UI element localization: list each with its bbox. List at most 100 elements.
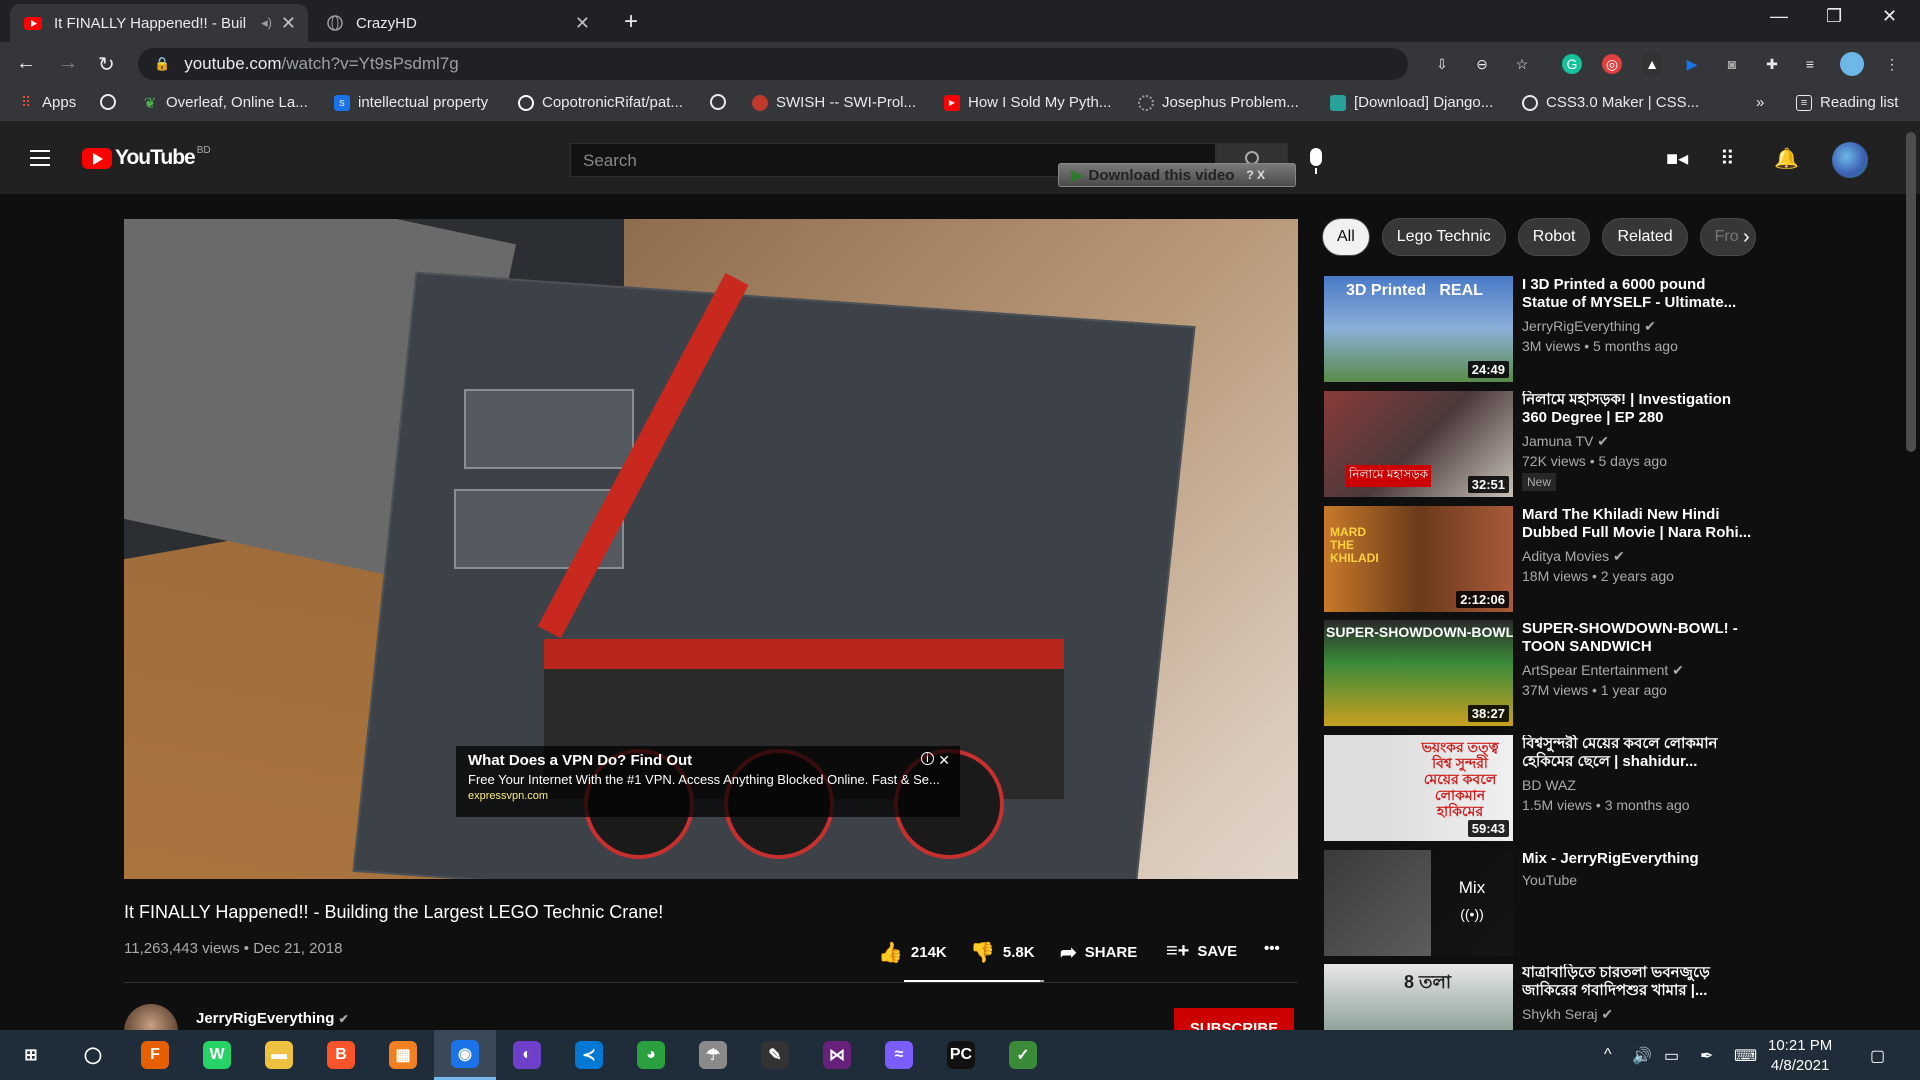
ad-close-icon[interactable]: ✕ [938,752,950,769]
forward-button[interactable]: → [58,52,78,75]
bookmark-swish[interactable]: SWISH -- SWI-Prol... [752,94,916,111]
zoom-icon[interactable]: ⊖ [1472,54,1492,74]
inkscape-taskbar-button[interactable]: ✎ [744,1030,806,1080]
recommendation-title[interactable]: বিশ্বসুন্দরী মেয়ের কবলে লোকমান হেকিমের … [1522,735,1754,771]
extension-icon[interactable]: ◎ [1602,54,1622,74]
dislike-button[interactable]: 👎 5.8K [970,940,1035,965]
tab-youtube[interactable]: It FINALLY Happened!! - Buil ◂) ✕ [10,4,308,42]
page-scrollbar[interactable] [1906,132,1916,452]
bookmark-github[interactable]: CopotronicRifat/pat... [518,94,683,111]
video-thumbnail[interactable]: Mix ((•)) [1324,850,1513,956]
minimize-button[interactable]: — [1770,6,1788,27]
video-thumbnail[interactable]: SUPER-SHOWDOWN-BOWL! 38:27 [1324,620,1513,726]
close-window-button[interactable]: ✕ [1882,6,1897,27]
notepad-taskbar-button[interactable]: ✓ [992,1030,1054,1080]
download-overlay-close[interactable]: ? X [1246,168,1265,182]
new-tab-button[interactable]: + [624,8,638,36]
chip-robot[interactable]: Robot [1517,218,1591,256]
windows-start-taskbar-button[interactable]: ⊞ [0,1030,62,1080]
recommendation-channel[interactable]: JerryRigEverything ✔ [1522,318,1656,335]
video-thumbnail[interactable]: ভয়ংকর তত্ত্ব বিশ্ব সুন্দরী মেয়ের কবলে … [1324,735,1513,841]
volume-icon[interactable]: 🔊 [1632,1046,1652,1066]
bookmark-apps[interactable]: ⠿ Apps [18,94,76,111]
vscode-taskbar-button[interactable]: ≺ [558,1030,620,1080]
hamburger-menu-icon[interactable] [30,150,50,166]
visual-studio-taskbar-button[interactable]: ⋈ [806,1030,868,1080]
create-video-icon[interactable]: ■◂ [1666,146,1688,171]
recommendation-item[interactable]: SUPER-SHOWDOWN-BOWL! 38:27 SUPER-SHOWDOW… [1324,620,1754,728]
app-taskbar-button-9[interactable]: ◕ [620,1030,682,1080]
bookmark-django[interactable]: [Download] Django... [1330,94,1493,111]
reload-button[interactable]: ↻ [98,52,115,77]
recommendation-title[interactable]: Mix - JerryRigEverything [1522,850,1754,868]
bookmark-star-icon[interactable]: ☆ [1512,54,1532,74]
recommendation-item[interactable]: 3D Printed REAL 24:49 I 3D Printed a 600… [1324,276,1754,384]
recommendation-channel[interactable]: Jamuna TV ✔ [1522,433,1609,450]
extension-play-icon[interactable]: ▶ [1682,54,1702,74]
bookmark-overleaf[interactable]: ❦ Overleaf, Online La... [142,94,308,112]
chrome-menu-icon[interactable]: ⋮ [1882,54,1902,74]
camera-icon[interactable]: ◙ [1722,54,1742,74]
download-video-overlay[interactable]: ▶ Download this video ? X [1058,163,1296,187]
account-avatar[interactable] [1832,142,1868,178]
restore-button[interactable]: ❐ [1826,6,1842,27]
recommendation-channel[interactable]: YouTube [1522,872,1577,888]
pen-icon[interactable]: ✒ [1700,1046,1713,1066]
channel-name[interactable]: JerryRigEverything ✔ [196,1010,349,1027]
video-thumbnail[interactable]: 8 তলা [1324,964,1513,1030]
lock-icon[interactable]: 🔒 [154,56,170,72]
close-tab-icon[interactable]: ✕ [575,13,590,34]
recommendation-title[interactable]: নিলামে মহাসড়ক! | Investigation 360 Degr… [1522,391,1754,427]
puzzle-extensions-icon[interactable]: ✚ [1762,54,1782,74]
recommendation-item[interactable]: ভয়ংকর তত্ত্ব বিশ্ব সুন্দরী মেয়ের কবলে … [1324,735,1754,843]
save-button[interactable]: ≡+ SAVE [1166,940,1237,963]
recommendation-channel[interactable]: BD WAZ [1522,777,1576,793]
bookmark-ip[interactable]: s intellectual property [334,94,488,111]
github-desktop-taskbar-button[interactable]: ◐ [496,1030,558,1080]
microphone-icon[interactable] [1310,148,1322,174]
recommendation-title[interactable]: SUPER-SHOWDOWN-BOWL! - TOON SANDWICH [1522,620,1754,656]
network-icon[interactable]: ▭ [1664,1046,1679,1066]
video-thumbnail[interactable]: MARD THE KHILADI 2:12:06 [1324,506,1513,612]
pycharm-taskbar-button[interactable]: PC [930,1030,992,1080]
more-actions-button[interactable]: ••• [1264,940,1280,957]
ad-url[interactable]: expressvpn.com [468,790,948,802]
recommendation-item[interactable]: Mix ((•)) Mix - JerryRigEverything YouTub… [1324,850,1754,958]
bookmark-youtube[interactable]: ▶ How I Sold My Pyth... [944,94,1111,111]
video-thumbnail[interactable]: নিলামে মহাসড়ক 32:51 [1324,391,1513,497]
chrome-taskbar-button[interactable]: ◉ [434,1030,496,1080]
recommendation-channel[interactable]: Aditya Movies ✔ [1522,548,1625,565]
apps-grid-icon[interactable]: ⠿ [1720,146,1735,171]
recommendation-channel[interactable]: Shykh Seraj ✔ [1522,1006,1613,1023]
bookmark-globe[interactable] [100,94,124,110]
speaker-icon[interactable]: ◂) [261,15,272,31]
youtube-logo[interactable]: YouTube BD [82,145,211,170]
recommendation-title[interactable]: যাত্রাবাড়িতে চারতলা ভবনজুড়ে জাকিরের গব… [1522,964,1754,1000]
brave-taskbar-button[interactable]: B [310,1030,372,1080]
messenger-taskbar-button[interactable]: ≈ [868,1030,930,1080]
file-explorer-taskbar-button[interactable]: ▬ [248,1030,310,1080]
search-taskbar-button[interactable]: ◯ [62,1030,124,1080]
chip-related[interactable]: Related [1602,218,1688,256]
clip-app-taskbar-button[interactable]: ▦ [372,1030,434,1080]
close-tab-icon[interactable]: ✕ [281,13,296,34]
address-bar[interactable]: 🔒 youtube.com/watch?v=Yt9sPsdml7g [138,48,1408,80]
chip-lego-technic[interactable]: Lego Technic [1381,218,1506,256]
bookmark-css[interactable]: CSS3.0 Maker | CSS... [1522,94,1699,111]
recommendation-title[interactable]: Mard The Khiladi New Hindi Dubbed Full M… [1522,506,1754,542]
chevron-right-icon[interactable]: › [1743,226,1750,249]
keyboard-icon[interactable]: ⌨ [1734,1046,1757,1066]
ad-title[interactable]: What Does a VPN Do? Find Out [468,752,948,769]
recommendation-item[interactable]: MARD THE KHILADI 2:12:06 Mard The Khilad… [1324,506,1754,614]
video-thumbnail[interactable]: 3D Printed REAL 24:49 [1324,276,1513,382]
install-app-icon[interactable]: ⇩ [1432,54,1452,74]
notifications-bell-icon[interactable]: 🔔 [1774,146,1799,171]
like-button[interactable]: 👍 214K [878,940,947,965]
reading-list-button[interactable]: ≡ Reading list [1796,94,1898,111]
recommendation-channel[interactable]: ArtSpear Entertainment ✔ [1522,662,1684,679]
bookmark-globe-2[interactable] [710,94,734,110]
tab-crazyhd[interactable]: CrazyHD ✕ [312,4,602,42]
system-clock[interactable]: 10:21 PM 4/8/2021 [1768,1036,1832,1076]
extension-icon[interactable]: ▲ [1642,54,1662,74]
firefox-taskbar-button[interactable]: F [124,1030,186,1080]
